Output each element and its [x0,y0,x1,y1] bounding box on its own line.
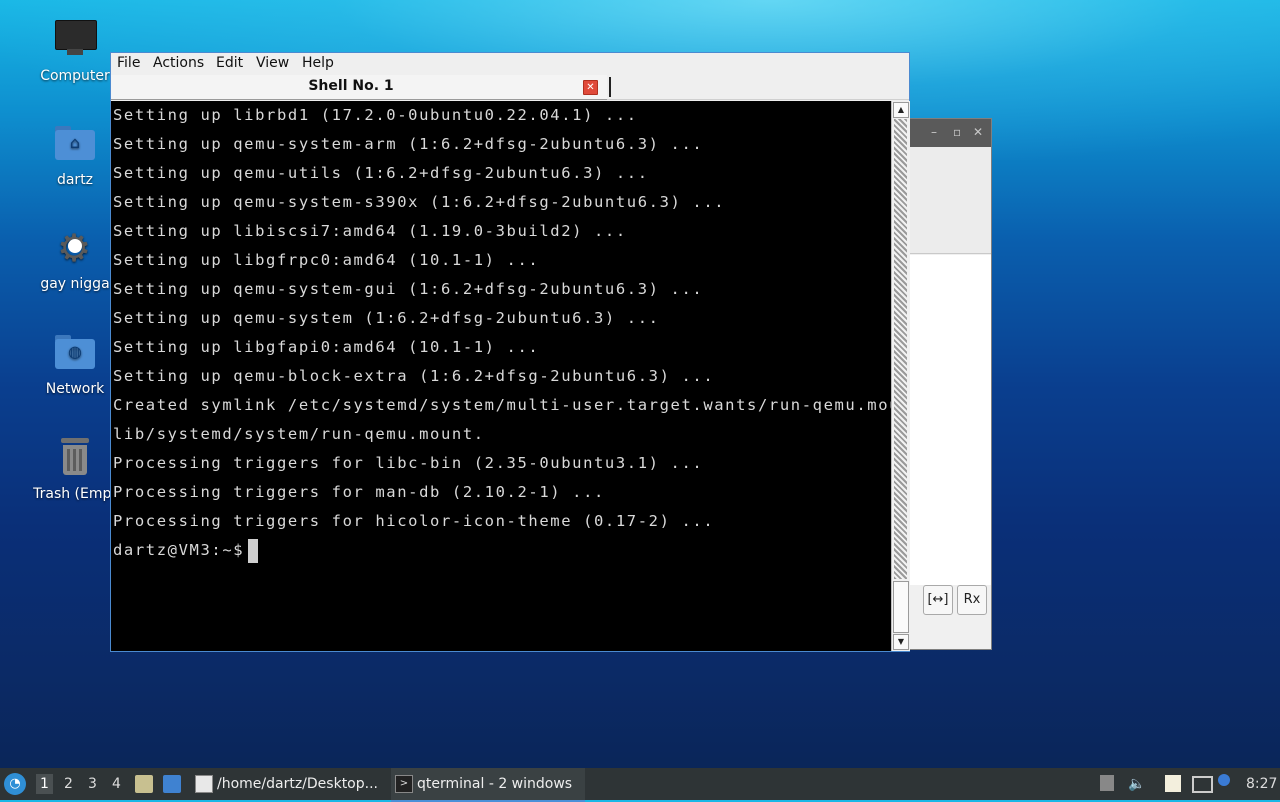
tab-shell-1[interactable]: Shell No. 1 ✕ [111,75,607,100]
menu-actions[interactable]: Actions [153,55,204,71]
task-text-editor[interactable]: /home/dartz/Desktop... [192,768,386,800]
workspace-3[interactable]: 3 [88,776,97,792]
terminal-window[interactable]: File Actions Edit View Help Shell No. 1 … [110,52,910,652]
prompt-line[interactable]: dartz@VM3:~$ [113,536,259,565]
menu-view[interactable]: View [256,55,289,71]
output-line: Setting up qemu-system-s390x (1:6.2+dfsg… [113,193,726,211]
scroll-down-arrow-icon[interactable]: ▼ [893,634,909,650]
workspace-2[interactable]: 2 [64,776,73,792]
output-line: Setting up libgfrpc0:amd64 (10.1-1) ... [113,251,540,269]
output-line: Setting up qemu-system (1:6.2+dfsg-2ubun… [113,309,660,327]
scroll-thumb[interactable] [893,581,909,633]
bracket-button[interactable]: [↔] [923,585,953,615]
vertical-scrollbar[interactable]: ▲ ▼ [891,101,910,651]
file-manager-icon[interactable] [135,775,153,793]
taskbar: ◔ 1 2 3 4 /home/dartz/Desktop... > qterm… [0,768,1280,802]
output-line: Setting up libiscsi7:amd64 (1.19.0-3buil… [113,222,627,240]
menu-edit[interactable]: Edit [216,55,243,71]
output-line: Setting up librbd1 (17.2.0-0ubuntu0.22.0… [113,106,638,124]
task-qterminal[interactable]: > qterminal - 2 windows [391,768,585,802]
show-desktop-icon[interactable] [163,775,181,793]
terminal-output[interactable]: Setting up librbd1 (17.2.0-0ubuntu0.22.0… [111,101,891,651]
notification-icon[interactable] [1218,774,1230,786]
clock[interactable]: 8:27 [1246,776,1277,792]
output-line: Setting up qemu-system-arm (1:6.2+dfsg-2… [113,135,704,153]
output-line: Processing triggers for hicolor-icon-the… [113,512,715,530]
network-icon[interactable] [1192,776,1213,793]
workspace-1[interactable]: 1 [36,774,53,794]
tab-bar: Shell No. 1 ✕ [111,75,909,100]
output-line: Setting up qemu-utils (1:6.2+dfsg-2ubunt… [113,164,649,182]
output-line: lib/systemd/system/run-qemu.mount. [113,425,485,443]
background-window[interactable]: – ▫ ✕ [↔] Rx [908,118,992,650]
scroll-up-arrow-icon[interactable]: ▲ [893,102,909,118]
output-line: Processing triggers for man-db (2.10.2-1… [113,483,605,501]
output-line: Setting up libgfapi0:amd64 (10.1-1) ... [113,338,540,356]
background-window-content [909,255,991,585]
text-editor-icon [195,775,213,793]
menu-help[interactable]: Help [302,55,334,71]
output-line: Processing triggers for libc-bin (2.35-0… [113,454,704,472]
task-label: qterminal - 2 windows [417,776,573,792]
output-line: Setting up qemu-system-gui (1:6.2+dfsg-2… [113,280,704,298]
computer-icon [53,18,97,62]
output-line: Created symlink /etc/systemd/system/mult… [113,396,891,414]
eject-icon[interactable] [1100,775,1114,791]
menu-bar: File Actions Edit View Help [111,53,909,75]
home-folder-icon: ⌂ [53,122,97,166]
clipboard-icon[interactable] [1165,775,1181,792]
rx-button[interactable]: Rx [957,585,987,615]
start-menu-button[interactable]: ◔ [4,773,26,795]
background-window-toolbar [909,147,991,254]
workspace-4[interactable]: 4 [112,776,121,792]
terminal-icon: > [395,775,413,793]
close-icon[interactable]: ✕ [973,125,983,139]
background-window-titlebar[interactable]: – ▫ ✕ [909,119,991,147]
scroll-track[interactable] [894,119,907,579]
trash-icon [53,436,97,480]
menu-file[interactable]: File [117,55,140,71]
close-icon[interactable]: ✕ [583,80,598,95]
maximize-icon[interactable]: ▫ [953,125,961,139]
text-cursor [248,538,259,563]
task-label: /home/dartz/Desktop... [217,776,378,792]
volume-icon[interactable]: 🔈 [1128,776,1145,792]
minimize-icon[interactable]: – [931,125,937,139]
gear-icon: ⚙ [53,226,97,270]
output-line: Setting up qemu-block-extra (1:6.2+dfsg-… [113,367,715,385]
tab-separator [609,77,611,97]
network-folder-icon: ◍ [53,331,97,375]
shell-prompt: dartz@VM3:~$ [113,541,245,559]
tab-title: Shell No. 1 [308,78,394,94]
